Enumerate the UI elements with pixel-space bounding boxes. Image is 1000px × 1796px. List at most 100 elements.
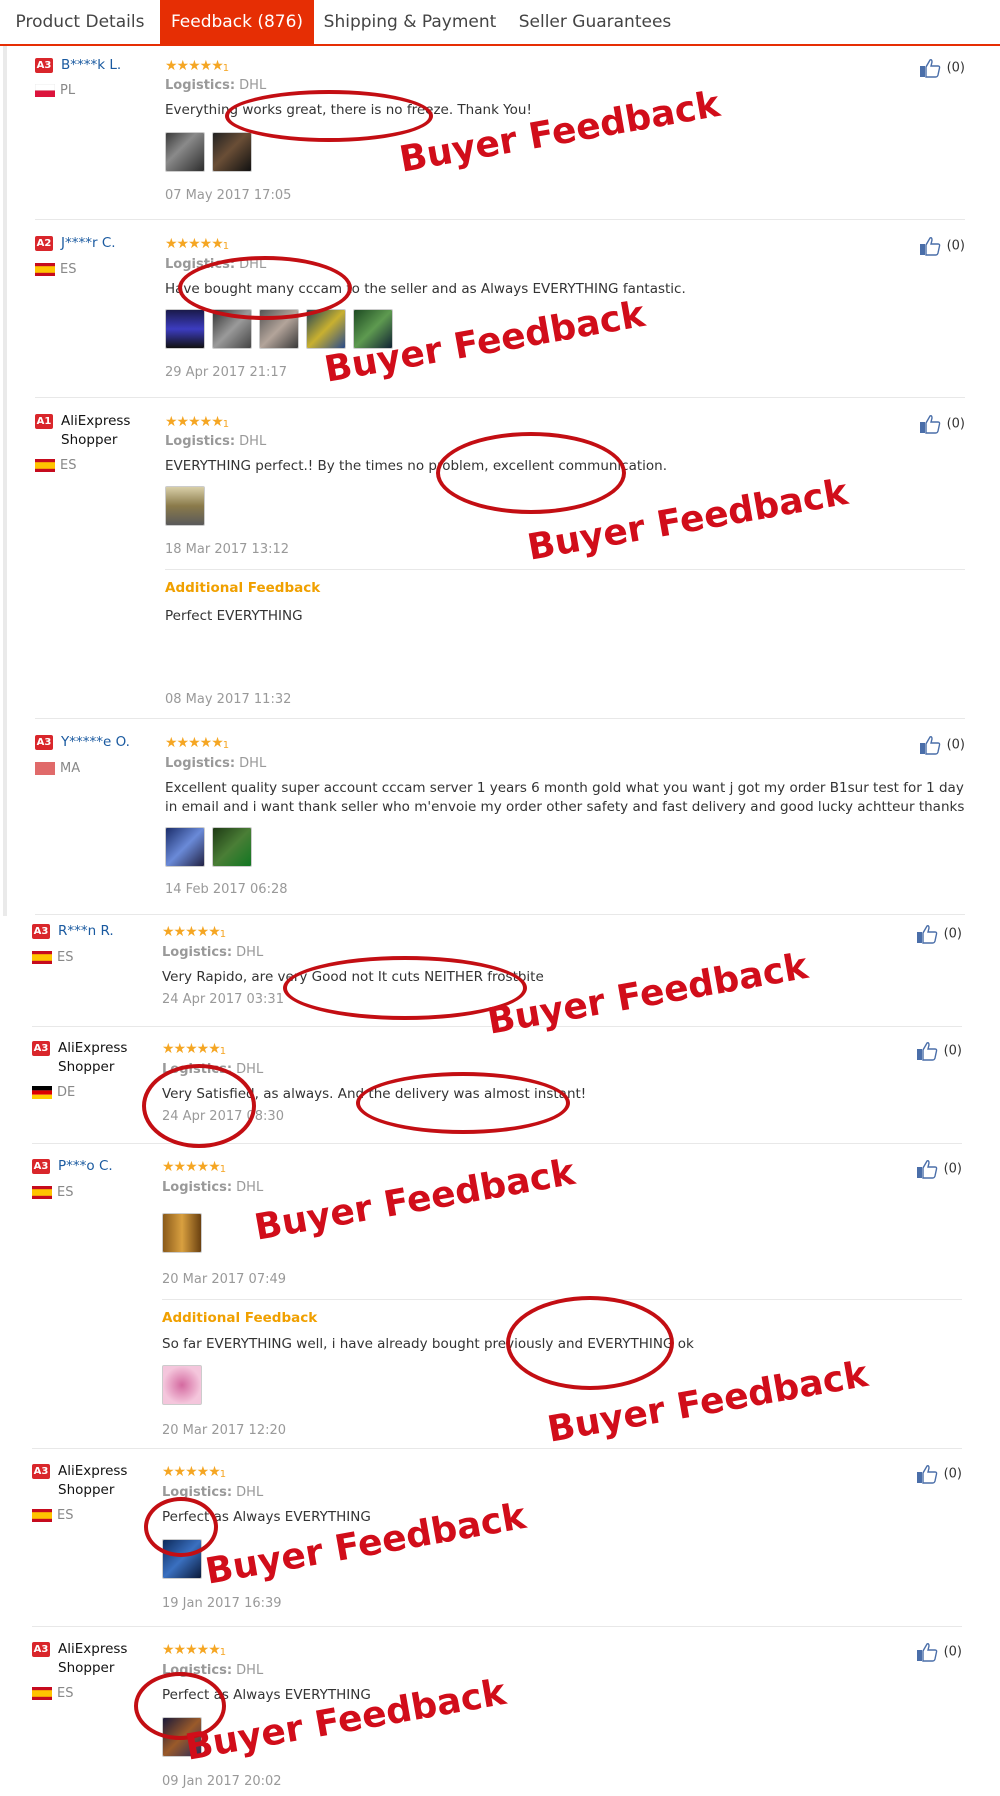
helpful-button[interactable]: (0) [916,1159,962,1179]
thumbs-up-icon [916,1042,937,1061]
feedback-photo[interactable] [353,309,393,349]
helpful-button[interactable]: (0) [919,236,965,256]
divider [35,914,965,915]
feedback-date: 14 Feb 2017 06:28 [165,882,288,897]
helpful-button[interactable]: (0) [919,58,965,78]
feedback-photo[interactable] [162,1213,202,1253]
divider [32,1026,962,1027]
buyer-level-badge: A3 [32,1642,50,1657]
feedback-date: 20 Mar 2017 07:49 [162,1272,287,1287]
thumbs-up-icon [919,237,940,256]
helpful-button[interactable]: (0) [919,735,965,755]
logistics-info: Logistics: DHL [165,756,267,771]
buyer-name[interactable]: AliExpress Shopper [58,1462,158,1500]
feedback-item: A3 AliExpress Shopper ES ★★★★★1 Logistic… [32,1462,962,1614]
tab-bar: Product Details Feedback (876) Shipping … [0,0,1000,46]
helpful-button[interactable]: (0) [916,924,962,944]
flag-es-icon [35,459,55,472]
buyer-name[interactable]: R***n R. [58,922,168,941]
star-rating: ★★★★★1 [165,236,229,252]
thumbs-up-icon [916,1465,937,1484]
divider [35,219,965,220]
buyer-name[interactable]: J****r C. [61,234,171,253]
feedback-item: A3 P***o C. ES ★★★★★1 Logistics: DHL 20 … [32,1157,962,1439]
feedback-text: Excellent quality super account cccam se… [165,780,965,815]
feedback-text: Have bought many cccam to the seller and… [165,281,686,297]
buyer-name[interactable]: AliExpress Shopper [58,1640,158,1678]
feedback-date: 09 Jan 2017 20:02 [162,1774,282,1789]
buyer-country: ES [57,1686,74,1701]
flag-es-icon [32,1687,52,1700]
buyer-country: ES [57,1185,74,1200]
additional-feedback-label: Additional Feedback [165,580,321,596]
feedback-photo[interactable] [165,132,205,172]
star-rating: ★★★★★1 [162,924,226,940]
feedback-text: Perfect as Always EVERYTHING [162,1687,371,1703]
thumbs-up-icon [916,1160,937,1179]
logistics-info: Logistics: DHL [162,1062,264,1077]
tab-feedback[interactable]: Feedback (876) [160,0,314,44]
buyer-level-badge: A3 [32,1464,50,1479]
buyer-level-badge: A3 [32,1041,50,1056]
buyer-country: DE [57,1085,76,1100]
divider [32,1143,962,1144]
feedback-photo[interactable] [259,309,299,349]
buyer-name[interactable]: B****k L. [61,56,171,75]
tab-shipping-payment[interactable]: Shipping & Payment [318,0,502,44]
buyer-name[interactable]: Y*****e O. [61,733,171,752]
flag-es-icon [32,1509,52,1522]
feedback-photo[interactable] [162,1539,202,1579]
feedback-text: EVERYTHING perfect.! By the times no pro… [165,458,668,474]
feedback-item: A3 AliExpress Shopper ES ★★★★★1 Logistic… [32,1640,962,1792]
feedback-photo[interactable] [212,132,252,172]
buyer-name[interactable]: AliExpress Shopper [61,412,161,450]
feedback-date: 24 Apr 2017 08:30 [162,1109,284,1124]
divider [32,1448,962,1449]
feedback-photo[interactable] [212,827,252,867]
thumbs-up-icon [916,1643,937,1662]
logistics-info: Logistics: DHL [162,945,264,960]
buyer-level-badge: A2 [35,236,53,251]
feedback-date: 07 May 2017 17:05 [165,188,292,203]
flag-pl-icon [35,84,55,97]
helpful-button[interactable]: (0) [916,1642,962,1662]
feedback-item: A1 AliExpress Shopper ES ★★★★★1 Logistic… [35,412,965,714]
feedback-photo[interactable] [212,309,252,349]
flag-de-icon [32,1086,52,1099]
star-rating: ★★★★★1 [165,735,229,751]
feedback-item: A2 J****r C. ES ★★★★★1 Logistics: DHL Ha… [35,234,965,386]
feedback-date: 29 Apr 2017 21:17 [165,365,287,380]
buyer-country: MA [60,761,81,776]
buyer-country: PL [60,83,76,98]
divider [32,1626,962,1627]
feedback-photo[interactable] [306,309,346,349]
buyer-name[interactable]: P***o C. [58,1157,168,1176]
flag-es-icon [35,263,55,276]
tab-product-details[interactable]: Product Details [0,0,160,44]
feedback-item: A3 R***n R. ES ★★★★★1 Logistics: DHL Ver… [32,922,962,1024]
thumbs-up-icon [919,415,940,434]
logistics-info: Logistics: DHL [162,1180,264,1195]
buyer-name[interactable]: AliExpress Shopper [58,1039,158,1077]
flag-es-icon [32,1186,52,1199]
additional-feedback-label: Additional Feedback [162,1310,318,1326]
feedback-photo[interactable] [165,827,205,867]
feedback-photo[interactable] [162,1717,202,1757]
helpful-button[interactable]: (0) [916,1464,962,1484]
star-rating: ★★★★★1 [162,1642,226,1658]
feedback-photo[interactable] [162,1365,202,1405]
helpful-button[interactable]: (0) [919,414,965,434]
feedback-photo[interactable] [165,309,205,349]
additional-feedback-text: So far EVERYTHING well, i have already b… [162,1336,694,1352]
logistics-info: Logistics: DHL [162,1485,264,1500]
star-rating: ★★★★★1 [165,58,229,74]
feedback-text: Very Satisfied, as always. And the deliv… [162,1086,587,1102]
flag-es-icon [32,951,52,964]
feedback-date: 18 Mar 2017 13:12 [165,542,290,557]
helpful-button[interactable]: (0) [916,1041,962,1061]
feedback-photo[interactable] [165,486,205,526]
additional-feedback-date: 20 Mar 2017 12:20 [162,1423,287,1438]
star-rating: ★★★★★1 [162,1159,226,1175]
buyer-level-badge: A3 [32,924,50,939]
tab-seller-guarantees[interactable]: Seller Guarantees [510,0,680,44]
